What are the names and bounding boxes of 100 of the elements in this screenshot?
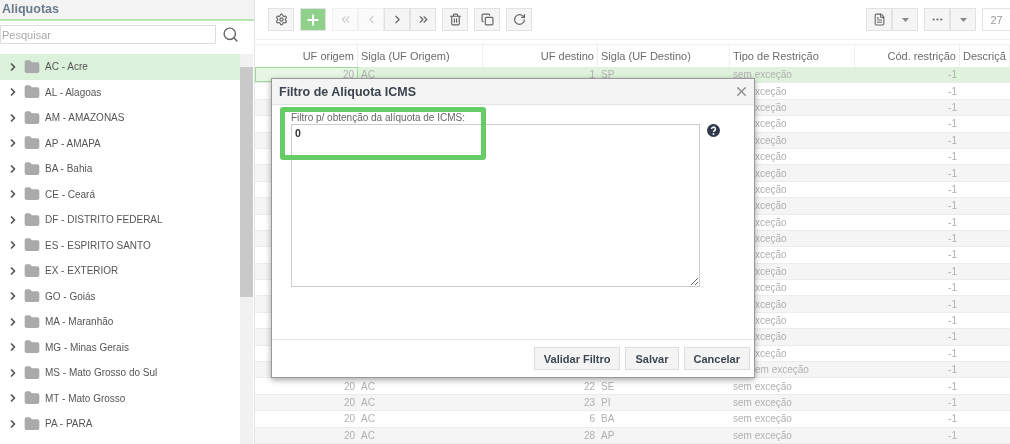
tree-item[interactable]: MT - Mato Grosso — [0, 385, 240, 411]
table-cell-text: -1 — [947, 117, 958, 132]
table-cell-text: xceção — [754, 182, 788, 197]
table-cell-text: 22 — [582, 379, 596, 394]
plus-icon — [305, 11, 321, 28]
table-cell-text: SP — [600, 68, 616, 83]
filter-field[interactable]: 0 — [291, 124, 700, 287]
folder-icon — [24, 313, 40, 330]
folder-icon — [24, 58, 40, 75]
search-field[interactable]: Pesquisar — [0, 25, 216, 44]
table-cell-text: xceção — [754, 150, 788, 165]
tree-item[interactable]: PA - PARA — [0, 411, 240, 437]
dialog-button[interactable]: Cancelar — [683, 347, 750, 370]
refresh-button[interactable] — [506, 8, 532, 31]
table-cell-text: AP — [600, 428, 616, 443]
tree-item[interactable]: BA - Bahia — [0, 156, 240, 182]
table-cell-text: xceção — [754, 166, 788, 181]
help-icon[interactable] — [707, 124, 720, 137]
close-icon[interactable] — [734, 84, 749, 99]
folder-icon — [24, 135, 40, 152]
table-cell-text: xceção — [754, 314, 788, 329]
table-cell-text: -1 — [947, 330, 958, 345]
table-cell-text: 20 — [342, 396, 356, 410]
folder-icon — [24, 415, 40, 432]
tree-item[interactable]: AM - AMAZONAS — [0, 105, 240, 131]
table-cell-text: em exceção — [754, 363, 810, 378]
table-cell-text: -1 — [947, 68, 958, 83]
table-cell-text: AC — [360, 396, 376, 410]
tree-item[interactable]: ES - ESPIRITO SANTO — [0, 232, 240, 258]
folder-icon — [24, 390, 40, 407]
dialog-title: Filtro de Aliquota ICMS — [279, 84, 417, 99]
table-cell-text: 6 — [588, 412, 596, 427]
table-cell-text: sem exceção — [732, 396, 793, 410]
folder-icon — [24, 109, 40, 126]
settings-icon — [274, 13, 288, 26]
table-cell-text: -1 — [947, 412, 958, 427]
table-cell-text: 1 — [588, 68, 596, 83]
table-cell-text: xceção — [754, 264, 788, 279]
table-cell-text: xceção — [754, 199, 788, 214]
tree-item[interactable]: DF - DISTRITO FEDERAL — [0, 207, 240, 233]
tree-item[interactable]: GO - Goiás — [0, 283, 240, 309]
folder-icon — [24, 186, 40, 203]
table-cell-text: -1 — [947, 166, 958, 181]
folder-icon — [24, 237, 40, 254]
table-cell-text: sem exceção — [732, 68, 793, 83]
table-cell-text: 20 — [342, 412, 356, 427]
folder-icon — [24, 288, 40, 305]
table-cell-text: AC — [360, 379, 376, 394]
table-cell-text: BA — [600, 412, 616, 427]
folder-icon — [24, 364, 40, 381]
table-cell-text: sem exceção — [732, 379, 793, 394]
settings-button[interactable] — [268, 8, 294, 31]
table-cell-text: -1 — [947, 84, 958, 99]
table-cell-text: -1 — [947, 314, 958, 329]
trash-icon — [448, 13, 462, 26]
dialog-button[interactable]: Salvar — [625, 347, 679, 370]
tree-item[interactable]: AC - Acre — [0, 54, 240, 80]
export-button[interactable] — [866, 8, 892, 31]
table-cell-text: 28 — [582, 428, 596, 443]
table-cell-text: sem exceção — [732, 428, 793, 443]
tree-item[interactable]: MG - Minas Gerais — [0, 334, 240, 360]
folder-icon — [24, 160, 40, 177]
copy-button[interactable] — [474, 8, 500, 31]
caret-icon — [901, 17, 909, 22]
table-cell-text: xceção — [754, 297, 788, 312]
tree-item[interactable]: MA - Maranhão — [0, 309, 240, 335]
scrollbar[interactable] — [240, 54, 253, 444]
table-cell-text: -1 — [947, 281, 958, 296]
last-button[interactable] — [410, 8, 436, 31]
table-cell-text: xceção — [754, 100, 788, 115]
table-cell-text: -1 — [947, 428, 958, 443]
folder-icon — [24, 339, 40, 356]
tree-item[interactable]: EX - EXTERIOR — [0, 258, 240, 284]
dialog-button[interactable]: Validar Filtro — [533, 347, 621, 370]
table-cell-text: -1 — [947, 215, 958, 230]
field-label: Filtro p/ obtenção da alíquota de ICMS: — [291, 112, 466, 123]
table-cell-text: -1 — [947, 100, 958, 115]
table-cell-text: 20 — [342, 428, 356, 443]
table-cell-text: -1 — [947, 133, 958, 148]
tree-item[interactable]: CE - Ceará — [0, 181, 240, 207]
table-cell-text: xceção — [754, 133, 788, 148]
tree-item[interactable]: AL - Alagoas — [0, 79, 240, 105]
table-cell-text: -1 — [947, 150, 958, 165]
table-cell-text: -1 — [947, 199, 958, 214]
tree-item[interactable]: AP - AMAPA — [0, 130, 240, 156]
document-icon — [872, 13, 886, 26]
table-cell-text: xceção — [754, 330, 788, 345]
delete-button[interactable] — [442, 8, 468, 31]
search-icon[interactable] — [222, 26, 239, 43]
table-cell-text: xceção — [754, 281, 788, 296]
caret-icon — [959, 17, 967, 22]
table-cell-text: -1 — [947, 232, 958, 247]
tree-item[interactable]: MS - Mato Grosso do Sul — [0, 360, 240, 386]
table-cell-text: AC — [360, 428, 376, 443]
table-cell-text: -1 — [947, 363, 958, 378]
folder-icon — [24, 84, 40, 101]
table-cell-text: -1 — [947, 346, 958, 361]
table-cell-text: xceção — [754, 117, 788, 132]
table-cell-text: xceção — [754, 84, 788, 99]
table-cell-text: -1 — [947, 297, 958, 312]
